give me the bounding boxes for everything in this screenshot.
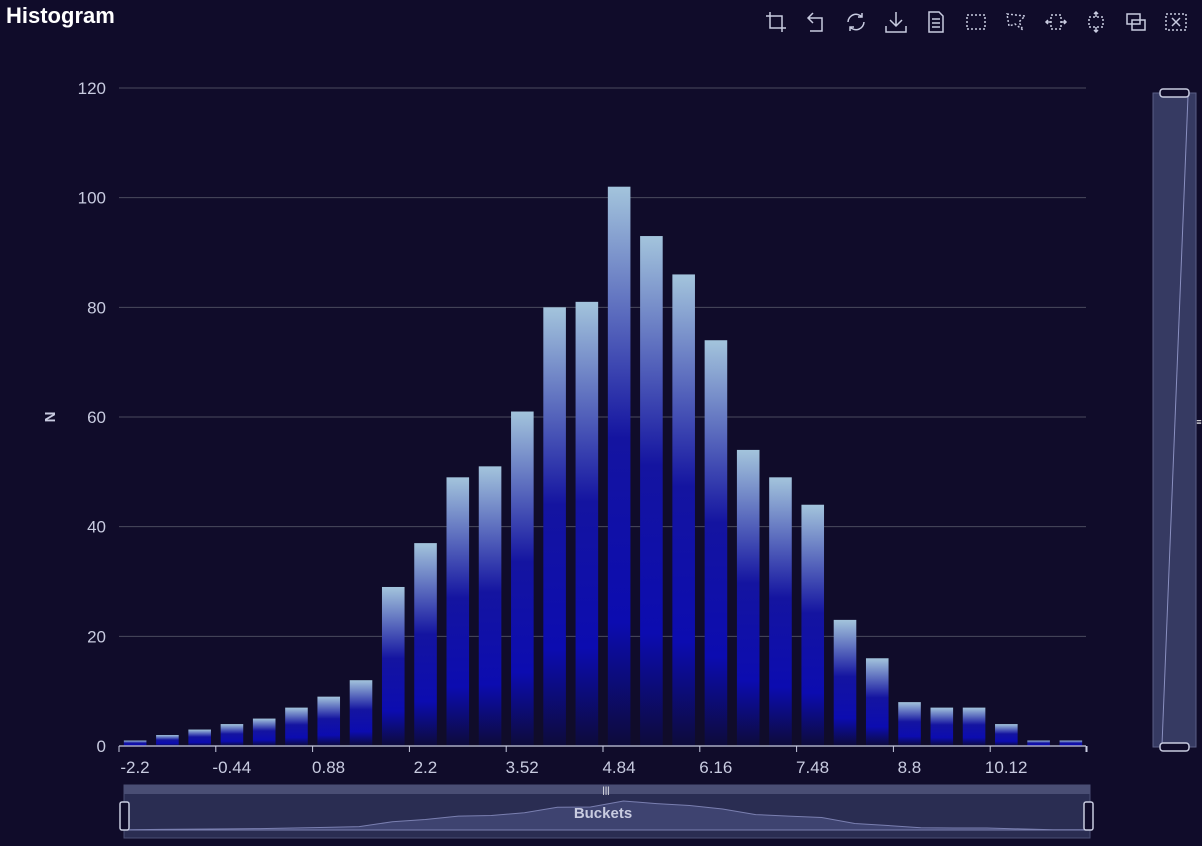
- x-tick-label: 7.48: [796, 758, 829, 777]
- x-tick-label: -0.44: [212, 758, 251, 777]
- histogram-bar[interactable]: [156, 735, 179, 746]
- x-tick-label: 3.52: [506, 758, 539, 777]
- x-tick-label: 4.84: [602, 758, 635, 777]
- histogram-chart: 0 20 40 60 80 100 120 -2.2 -0.44 0.88 2.2 3.52 4.84 6…: [42, 79, 1202, 839]
- histogram-bar[interactable]: [640, 236, 663, 747]
- bars[interactable]: [123, 186, 1083, 747]
- y-tick-label: 40: [87, 518, 106, 537]
- histogram-bar[interactable]: [478, 466, 502, 746]
- y-tick-label: 60: [87, 408, 106, 427]
- histogram-bar[interactable]: [349, 680, 373, 746]
- datazoom-x-label: Buckets: [574, 805, 632, 822]
- datazoom-y-handle-top[interactable]: [1159, 88, 1190, 98]
- histogram-bar[interactable]: [285, 707, 308, 746]
- datazoom-y-move-handle[interactable]: ≡: [1196, 417, 1201, 427]
- datazoom-x-handle-left[interactable]: [119, 801, 130, 831]
- histogram-bar[interactable]: [575, 301, 599, 746]
- histogram-bar[interactable]: [898, 702, 921, 746]
- histogram-bar[interactable]: [381, 586, 405, 746]
- y-tick-label: 20: [87, 627, 106, 646]
- histogram-bar[interactable]: [1059, 740, 1083, 746]
- x-tick-label: 10.12: [985, 758, 1028, 777]
- histogram-bar[interactable]: [672, 274, 695, 746]
- histogram-bar[interactable]: [220, 724, 244, 746]
- histogram-bar[interactable]: [833, 619, 857, 746]
- datazoom-y-handle-bottom[interactable]: [1159, 742, 1190, 752]
- histogram-bar[interactable]: [1027, 740, 1050, 746]
- y-tick-label: 100: [78, 189, 106, 208]
- x-tick-label: 6.16: [699, 758, 732, 777]
- histogram-bar[interactable]: [123, 740, 147, 746]
- x-tick-label: 8.8: [898, 758, 922, 777]
- histogram-bar[interactable]: [995, 724, 1018, 746]
- grid-lines: [119, 87, 1086, 637]
- datazoom-x[interactable]: ||| Buckets: [119, 784, 1094, 839]
- histogram-bar[interactable]: [607, 186, 631, 746]
- histogram-bar[interactable]: [704, 340, 728, 746]
- datazoom-x-handle-right[interactable]: [1083, 801, 1094, 831]
- datazoom-y-track[interactable]: [1152, 92, 1197, 748]
- y-tick-label: 80: [87, 298, 106, 317]
- datazoom-y[interactable]: ≡: [1152, 88, 1202, 752]
- histogram-bar[interactable]: [801, 504, 825, 746]
- histogram-bar[interactable]: [962, 707, 986, 746]
- histogram-bar[interactable]: [865, 658, 889, 746]
- x-tick-label: -2.2: [120, 758, 149, 777]
- histogram-bar[interactable]: [930, 707, 954, 746]
- histogram-bar[interactable]: [736, 449, 760, 746]
- datazoom-x-move-handle[interactable]: |||: [602, 785, 609, 795]
- y-axis-label: N: [42, 412, 59, 423]
- histogram-bar[interactable]: [511, 411, 534, 746]
- y-tick-label: 120: [78, 79, 106, 98]
- histogram-bar[interactable]: [414, 543, 437, 746]
- histogram-bar[interactable]: [446, 477, 470, 746]
- histogram-bar[interactable]: [543, 307, 566, 746]
- histogram-bar[interactable]: [769, 477, 792, 746]
- histogram-bar[interactable]: [317, 696, 341, 746]
- histogram-bar[interactable]: [188, 729, 211, 746]
- x-tick-label: 0.88: [312, 758, 345, 777]
- x-tick-label: 2.2: [414, 758, 438, 777]
- histogram-bar[interactable]: [252, 718, 276, 746]
- y-tick-label: 0: [97, 737, 106, 756]
